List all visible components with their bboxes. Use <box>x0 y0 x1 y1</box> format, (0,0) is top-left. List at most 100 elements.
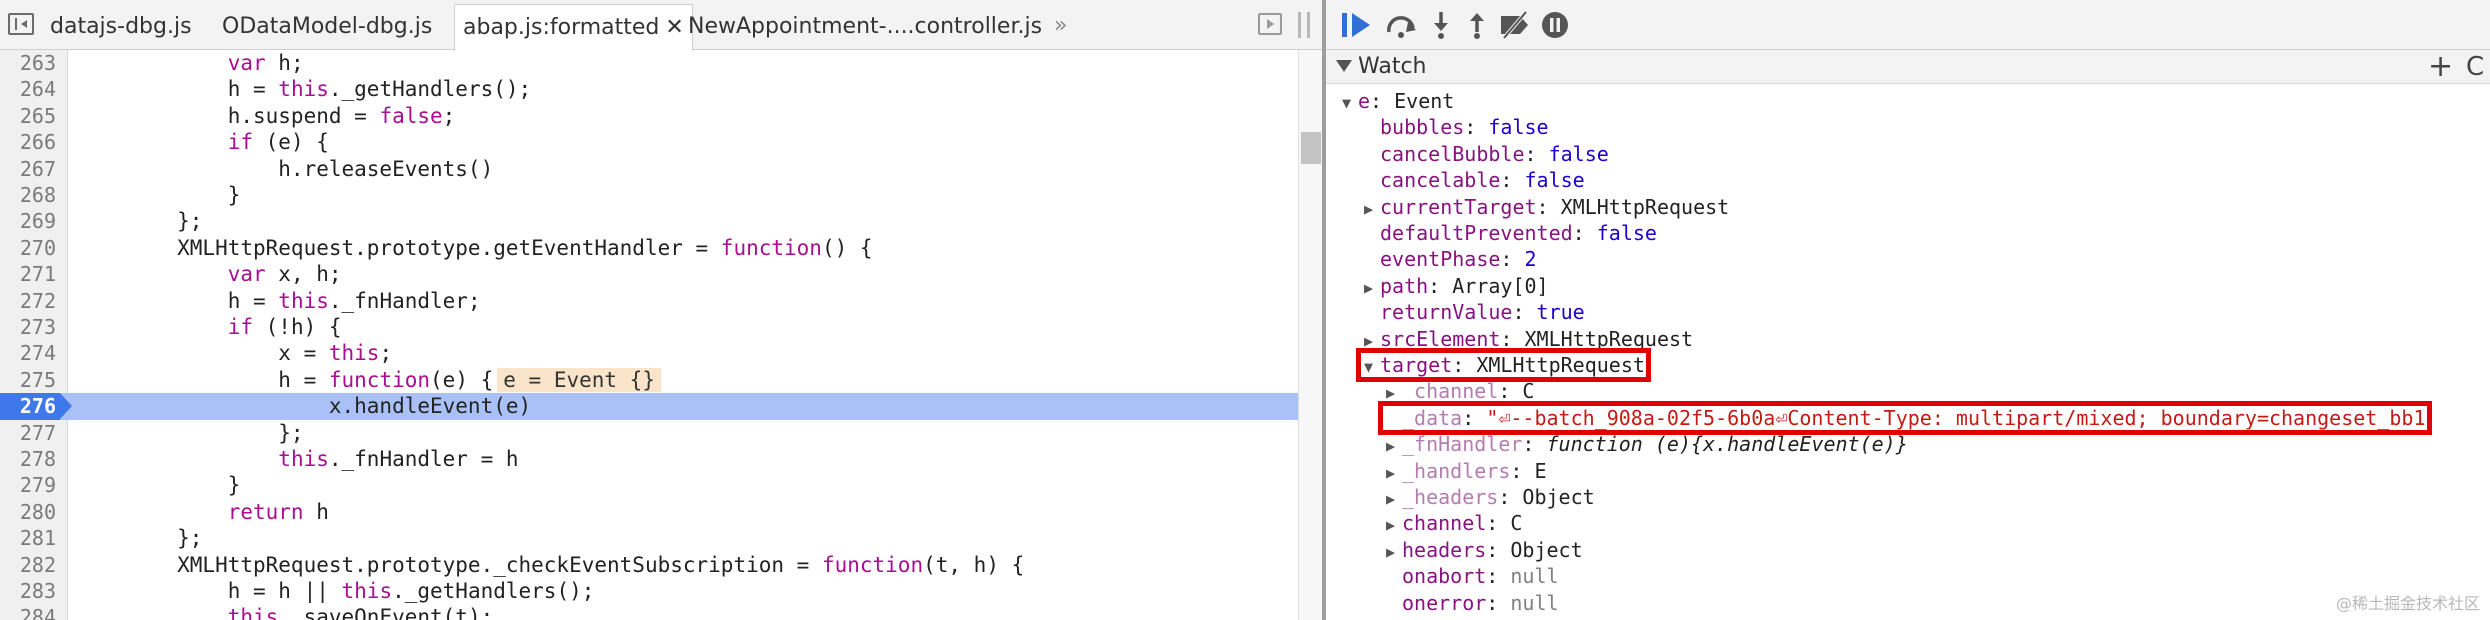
watch-row[interactable]: defaultPrevented: false <box>1364 220 1657 246</box>
code-line[interactable]: 276 x.handleEvent(e) <box>0 393 1298 420</box>
code-line[interactable]: 275 h = function(e) {e = Event {} <box>0 367 1298 393</box>
watch-row[interactable]: ▼ e: Event <box>1342 88 1454 114</box>
tab-odatamodel-dbg[interactable]: ODataModel-dbg.js <box>214 4 440 50</box>
resume-icon[interactable] <box>1340 10 1374 40</box>
tab-overflow-icon[interactable]: » <box>1054 6 1067 46</box>
deactivate-breakpoints-icon[interactable] <box>1498 10 1532 40</box>
line-number[interactable]: 279 <box>0 472 60 498</box>
code-text: h.releaseEvents() <box>76 156 493 182</box>
tab-datajs-dbg[interactable]: datajs-dbg.js <box>42 4 200 50</box>
step-into-icon[interactable] <box>1424 10 1458 40</box>
code-line[interactable]: 273 if (!h) { <box>0 314 1298 340</box>
pause-on-exceptions-icon[interactable] <box>1540 10 1574 40</box>
refresh-watch-icon[interactable]: C <box>2466 50 2484 84</box>
code-line[interactable]: 272 h = this._fnHandler; <box>0 288 1298 314</box>
property-separator: : <box>1486 590 1511 615</box>
code-line[interactable]: 267 h.releaseEvents() <box>0 156 1298 182</box>
watch-row[interactable]: ▶ headers: Object <box>1386 537 1583 563</box>
code-line[interactable]: 278 this._fnHandler = h <box>0 446 1298 472</box>
code-token: (e) { <box>430 367 494 392</box>
add-watch-icon[interactable]: + <box>2428 50 2453 84</box>
scrollbar-thumb[interactable] <box>1301 132 1321 164</box>
toggle-navigator-icon[interactable] <box>8 13 34 35</box>
watch-row[interactable]: cancelable: false <box>1364 167 1585 193</box>
code-line[interactable]: 283 h = h || this._getHandlers(); <box>0 578 1298 604</box>
watch-section-header[interactable]: Watch + C <box>1326 50 2490 84</box>
line-number[interactable]: 270 <box>0 235 60 261</box>
line-number[interactable]: 280 <box>0 499 60 525</box>
editor-scrollbar[interactable] <box>1298 50 1322 620</box>
tab-newappointment-controller[interactable]: NewAppointment-....controller.js <box>680 4 1050 50</box>
collapsed-arrow-icon[interactable]: ▶ <box>1364 275 1380 301</box>
step-over-icon[interactable] <box>1384 10 1418 40</box>
line-number[interactable]: 265 <box>0 103 60 129</box>
code-line[interactable]: 263 var h; <box>0 50 1298 76</box>
collapsed-arrow-icon[interactable]: ▶ <box>1386 539 1402 565</box>
watch-row[interactable]: eventPhase: 2 <box>1364 246 1537 272</box>
line-number[interactable]: 272 <box>0 288 60 314</box>
line-number[interactable]: 276 <box>0 393 72 420</box>
tab-label: NewAppointment-....controller.js <box>688 14 1043 39</box>
watch-row[interactable]: ▶ _headers: Object <box>1386 484 1595 510</box>
line-number[interactable]: 273 <box>0 314 60 340</box>
code-line[interactable]: 264 h = this._getHandlers(); <box>0 76 1298 102</box>
line-number[interactable]: 268 <box>0 182 60 208</box>
watch-row[interactable]: returnValue: true <box>1364 299 1585 325</box>
line-number[interactable]: 282 <box>0 552 60 578</box>
step-out-icon[interactable] <box>1460 10 1494 40</box>
line-number[interactable]: 277 <box>0 420 60 446</box>
line-number[interactable]: 271 <box>0 261 60 287</box>
line-number[interactable]: 283 <box>0 578 60 604</box>
line-number[interactable]: 267 <box>0 156 60 182</box>
property-separator: : <box>1524 141 1549 166</box>
watch-row[interactable]: cancelBubble: false <box>1364 141 1609 167</box>
code-line[interactable]: 266 if (e) { <box>0 129 1298 155</box>
property-name: cancelBubble <box>1380 141 1525 166</box>
line-number[interactable]: 264 <box>0 76 60 102</box>
collapsed-arrow-icon[interactable]: ▶ <box>1386 460 1402 486</box>
watch-row[interactable]: bubbles: false <box>1364 114 1549 140</box>
line-number[interactable]: 266 <box>0 129 60 155</box>
code-line[interactable]: 284 this._saveOnEvent(t); <box>0 604 1298 620</box>
code-line[interactable]: 280 return h <box>0 499 1298 525</box>
collapsed-arrow-icon[interactable]: ▶ <box>1386 433 1402 459</box>
code-editor[interactable]: 263 var h; 264 h = this._getHandlers(); 26… <box>0 50 1298 620</box>
line-number[interactable]: 284 <box>0 604 60 620</box>
code-line[interactable]: 281 }; <box>0 525 1298 551</box>
code-line[interactable]: 279 } <box>0 472 1298 498</box>
code-line[interactable]: 269 }; <box>0 208 1298 234</box>
code-line[interactable]: 274 x = this; <box>0 340 1298 366</box>
property-value: C <box>1510 511 1523 536</box>
watch-row[interactable]: ▶ currentTarget: XMLHttpRequest <box>1364 194 1729 220</box>
line-number[interactable]: 274 <box>0 340 60 366</box>
code-line[interactable]: 265 h.suspend = false; <box>0 103 1298 129</box>
code-keyword: false <box>379 103 443 128</box>
watch-row[interactable]: ▶ path: Array[0] <box>1364 273 1549 299</box>
property-separator: : <box>1428 273 1453 298</box>
toggle-debugger-icon[interactable] <box>1258 13 1282 35</box>
line-number[interactable]: 275 <box>0 367 60 393</box>
code-line[interactable]: 270 XMLHttpRequest.prototype.getEventHan… <box>0 235 1298 261</box>
line-number[interactable]: 263 <box>0 50 60 76</box>
collapse-arrow-icon[interactable] <box>1336 60 1352 72</box>
line-number[interactable]: 278 <box>0 446 60 472</box>
collapsed-arrow-icon[interactable]: ▶ <box>1364 196 1380 222</box>
code-token: XMLHttpRequest.prototype._checkEventSubs… <box>76 552 822 577</box>
code-line[interactable]: 271 var x, h; <box>0 261 1298 287</box>
property-separator: : <box>1536 194 1561 219</box>
code-line[interactable]: 268 } <box>0 182 1298 208</box>
collapsed-arrow-icon[interactable]: ▶ <box>1386 512 1402 538</box>
collapsed-arrow-icon[interactable]: ▶ <box>1386 486 1402 512</box>
code-line[interactable]: 277 }; <box>0 420 1298 446</box>
watch-row[interactable]: onabort: null <box>1386 563 1559 589</box>
line-number[interactable]: 281 <box>0 525 60 551</box>
tab-abap-formatted[interactable]: abap.js:formatted ✕ <box>454 4 693 51</box>
watch-row[interactable]: onerror: null <box>1386 590 1559 616</box>
code-line[interactable]: 282 XMLHttpRequest.prototype._checkEvent… <box>0 552 1298 578</box>
watch-row[interactable]: ▶ _handlers: E <box>1386 458 1547 484</box>
expanded-arrow-icon[interactable]: ▼ <box>1342 90 1358 116</box>
watch-row[interactable]: ▶ channel: C <box>1386 510 1522 536</box>
line-number[interactable]: 269 <box>0 208 60 234</box>
